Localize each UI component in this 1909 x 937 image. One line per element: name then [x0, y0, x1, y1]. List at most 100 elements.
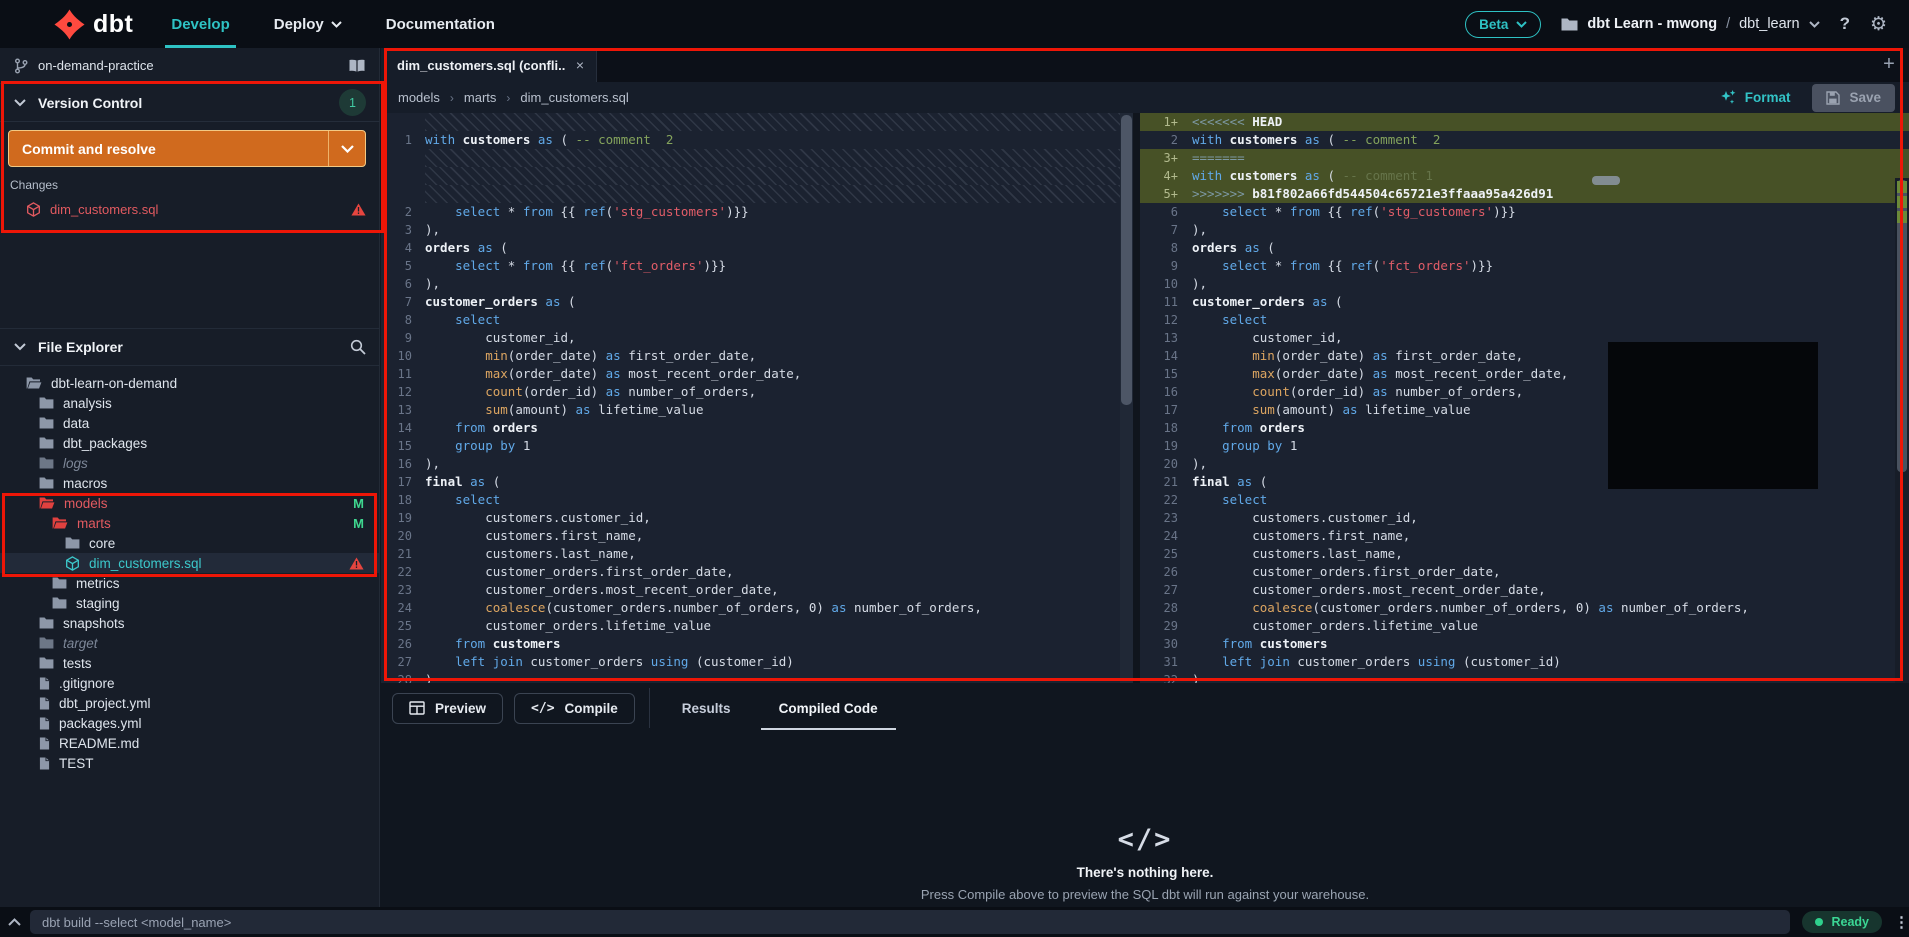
code-line: 26 customer_orders.first_order_date, [1140, 563, 1909, 581]
empty-state: </> There's nothing here. Press Compile … [381, 824, 1909, 902]
line-number: 21 [397, 547, 412, 561]
scrollbar-thumb[interactable] [1897, 180, 1907, 472]
tree-item-readme-md[interactable]: README.md [0, 733, 380, 753]
tree-item-target[interactable]: target [0, 633, 380, 653]
diff-pane-left[interactable]: 1 with customers as ( -- comment 2 2 selec… [381, 113, 1120, 683]
code-line: 6), [381, 275, 1120, 293]
tree-item-staging[interactable]: staging [0, 593, 380, 613]
breadcrumb-segment[interactable]: dim_customers.sql [520, 90, 628, 105]
tree-item-data[interactable]: data [0, 413, 380, 433]
nav-item-deploy[interactable]: Deploy [274, 0, 342, 48]
code-line-content: select * from {{ ref('stg_customers')}} [455, 204, 749, 219]
diff-editor: 1 with customers as ( -- comment 2 2 selec… [381, 113, 1909, 683]
commit-dropdown-toggle[interactable] [328, 131, 365, 166]
scroll-grip [1592, 176, 1620, 185]
command-input[interactable] [29, 910, 1791, 934]
folder-icon [39, 457, 54, 469]
breadcrumb-segment[interactable]: models [398, 90, 440, 105]
commit-button-label[interactable]: Commit and resolve [9, 131, 328, 166]
chevron-down-icon [14, 343, 26, 351]
code-line-content: ) [1192, 672, 1200, 683]
tree-item-logs[interactable]: logs [0, 453, 380, 473]
branch-row[interactable]: on-demand-practice [0, 48, 380, 84]
line-number: 9 [1170, 259, 1178, 273]
line-number: 20 [397, 529, 412, 543]
overview-ruler[interactable] [1895, 178, 1909, 683]
code-line: 2 with customers as ( -- comment 2 [1140, 131, 1909, 149]
search-icon[interactable] [350, 339, 366, 355]
editor-tabbar: dim_customers.sql (confli... × + [381, 48, 1909, 82]
version-control-header[interactable]: Version Control 1 [0, 84, 380, 122]
changed-file-row[interactable]: dim_customers.sql [0, 198, 380, 220]
tree-item-dim-customers-sql[interactable]: dim_customers.sql [0, 553, 380, 573]
tree-item-models[interactable]: models M [0, 493, 380, 513]
compile-button[interactable]: </> Compile [514, 692, 635, 724]
breadcrumb-segment[interactable]: marts [464, 90, 497, 105]
code-line: 4 orders as ( [381, 239, 1120, 257]
tree-item--gitignore[interactable]: .gitignore [0, 673, 380, 693]
code-line: 16), [381, 455, 1120, 473]
editor-tab-title: dim_customers.sql (confli... [397, 57, 566, 73]
tree-item-marts[interactable]: marts M [0, 513, 380, 533]
folder-icon [52, 577, 67, 589]
results-tabs: Results Compiled Code [650, 684, 896, 732]
code-line-content: ), [425, 456, 441, 471]
code-line: 18 select [381, 491, 1120, 509]
beta-dropdown[interactable]: Beta [1465, 10, 1542, 38]
results-tab-compiled-code[interactable]: Compiled Code [760, 684, 896, 732]
help-icon[interactable]: ? [1840, 14, 1850, 34]
gear-icon[interactable]: ⚙ [1870, 13, 1887, 35]
project-name[interactable]: dbt Learn - mwong [1587, 16, 1717, 32]
code-line: 1 with customers as ( -- comment 2 [381, 131, 1120, 149]
code-line-content: orders as ( [1192, 240, 1275, 255]
tree-item-analysis[interactable]: analysis [0, 393, 380, 413]
format-button[interactable]: Format [1720, 89, 1790, 106]
left-pane-scrollbar[interactable] [1120, 113, 1133, 683]
code-line: 21 customers.last_name, [381, 545, 1120, 563]
code-line: 22 select [1140, 491, 1909, 509]
line-number [381, 113, 425, 131]
line-number: 26 [1163, 565, 1178, 579]
tree-item-dbt-packages[interactable]: dbt_packages [0, 433, 380, 453]
code-line-content: with customers as ( -- comment 2 [425, 132, 674, 147]
code-line-content: customer_orders.lifetime_value [425, 618, 711, 633]
preview-button[interactable]: Preview [392, 692, 504, 724]
code-line: 9 select * from {{ ref('fct_orders')}} [1140, 257, 1909, 275]
save-button[interactable]: Save [1812, 83, 1895, 112]
folder-icon [52, 597, 67, 609]
results-tab-results[interactable]: Results [666, 684, 747, 732]
tree-item-metrics[interactable]: metrics [0, 573, 380, 593]
kebab-menu-icon[interactable]: ⋮ [1894, 913, 1909, 931]
nav-item-develop[interactable]: Develop [165, 0, 237, 48]
tree-item-tests[interactable]: tests [0, 653, 380, 673]
close-icon[interactable]: × [576, 57, 584, 73]
commit-and-resolve-button[interactable]: Commit and resolve [8, 130, 366, 167]
tree-item-dbt-project-yml[interactable]: dbt_project.yml [0, 693, 380, 713]
tree-item-label: core [89, 535, 116, 551]
code-line-content: ), [425, 222, 441, 237]
chevron-up-icon[interactable] [0, 918, 30, 926]
docs-book-icon[interactable] [348, 59, 366, 73]
environment-name[interactable]: dbt_learn [1739, 16, 1799, 32]
editor-tab-dim-customers[interactable]: dim_customers.sql (confli... × [381, 48, 597, 82]
tree-item-snapshots[interactable]: snapshots [0, 613, 380, 633]
tree-item-packages-yml[interactable]: packages.yml [0, 713, 380, 733]
line-number: 15 [1163, 367, 1178, 381]
tree-item-dbt-learn-on-demand[interactable]: dbt-learn-on-demand [0, 373, 380, 393]
new-tab-button[interactable]: + [1877, 52, 1901, 76]
changed-files-list: dim_customers.sql [0, 198, 380, 220]
tree-item-core[interactable]: core [0, 533, 380, 553]
scrollbar-thumb[interactable] [1121, 115, 1132, 405]
save-label: Save [1849, 90, 1881, 105]
file-explorer-header[interactable]: File Explorer [0, 328, 380, 366]
table-icon [409, 701, 425, 715]
code-line: 23 customer_orders.most_recent_order_dat… [381, 581, 1120, 599]
nav-item-documentation[interactable]: Documentation [386, 0, 495, 48]
chevron-down-icon[interactable] [1808, 20, 1820, 28]
code-line-content: customer_orders.most_recent_order_date, [1192, 582, 1546, 597]
dbt-logo[interactable]: dbt [0, 0, 171, 48]
tree-item-label: snapshots [63, 615, 125, 631]
tree-item-test[interactable]: TEST [0, 753, 380, 773]
save-floppy-icon [1826, 90, 1841, 105]
tree-item-macros[interactable]: macros [0, 473, 380, 493]
